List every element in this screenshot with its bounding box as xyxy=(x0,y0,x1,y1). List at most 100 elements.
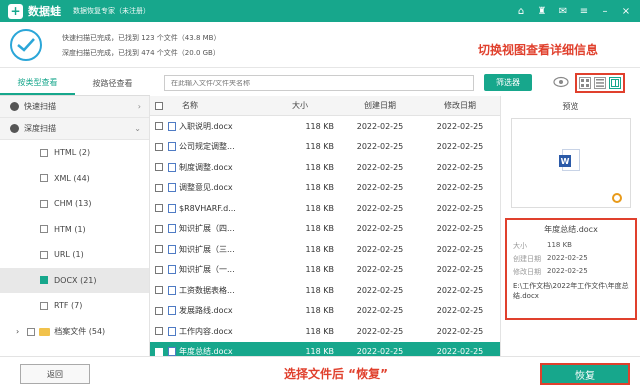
file-size: 118 KB xyxy=(305,347,334,356)
tab-by-type[interactable]: 按类型查看 xyxy=(0,72,75,95)
info-modified: 2022-02-25 xyxy=(547,267,588,275)
file-size: 118 KB xyxy=(305,203,334,213)
app-name: 数据蛙 xyxy=(28,5,61,18)
table-row[interactable]: 工资数据表格... 118 KB 2022-02-25 2022-02-25 xyxy=(150,280,500,301)
table-row[interactable]: 知识扩展（三... 118 KB 2022-02-25 2022-02-25 xyxy=(150,239,500,260)
info-modified-label: 修改日期 xyxy=(513,268,541,276)
sidebar-item-docx[interactable]: DOCX (21) xyxy=(0,267,149,293)
document-icon xyxy=(168,326,176,336)
file-modified: 2022-02-25 xyxy=(436,326,484,336)
file-created: 2022-02-25 xyxy=(356,162,404,172)
row-checkbox[interactable] xyxy=(155,286,163,295)
sidebar-item-url[interactable]: URL (1) xyxy=(0,242,149,268)
filter-button[interactable]: 筛选器 xyxy=(484,74,532,91)
detail-view-icon[interactable] xyxy=(609,77,622,89)
column-created[interactable]: 创建日期 xyxy=(340,100,420,111)
minimize-icon[interactable]: – xyxy=(597,3,613,19)
info-path: E:\工作文档\2022年工作文件\年度总结.docx xyxy=(513,282,629,300)
table-row[interactable]: 制度调整.docx 118 KB 2022-02-25 2022-02-25 xyxy=(150,157,500,178)
info-file-name: 年度总结.docx xyxy=(544,225,598,234)
file-name: 年度总结.docx xyxy=(179,347,233,356)
tab-by-path[interactable]: 按路径查看 xyxy=(75,72,150,95)
document-icon xyxy=(168,224,176,234)
row-checkbox[interactable] xyxy=(155,265,163,274)
checkbox[interactable] xyxy=(40,199,48,208)
file-modified: 2022-02-25 xyxy=(436,265,484,275)
mail-icon[interactable]: ✉ xyxy=(555,3,571,19)
row-checkbox[interactable] xyxy=(155,306,163,315)
row-checkbox[interactable] xyxy=(155,327,163,336)
sidebar-item-archive[interactable]: › 档案文件 (54) xyxy=(0,319,149,345)
close-icon[interactable]: × xyxy=(618,3,634,19)
search-input[interactable] xyxy=(171,79,473,87)
checkbox[interactable] xyxy=(40,174,48,183)
row-checkbox[interactable] xyxy=(155,183,163,192)
preview-title: 预览 xyxy=(562,101,579,111)
document-icon xyxy=(168,285,176,295)
column-name[interactable]: 名称 xyxy=(168,100,260,111)
sidebar-item-quick-scan[interactable]: 快速扫描 › xyxy=(0,96,149,118)
row-checkbox[interactable] xyxy=(155,142,163,151)
table-row[interactable]: 工作内容.docx 118 KB 2022-02-25 2022-02-25 xyxy=(150,321,500,342)
row-checkbox[interactable] xyxy=(155,347,163,356)
sidebar-item-xml[interactable]: XML (44) xyxy=(0,166,149,192)
home-icon[interactable]: ⌂ xyxy=(513,3,529,19)
sidebar-item-deep-scan[interactable]: 深度扫描 ⌄ xyxy=(0,118,149,140)
view-tabs: 按类型查看 按路径查看 xyxy=(0,72,150,96)
menu-icon[interactable]: ≡ xyxy=(576,3,592,19)
chevron-right-icon[interactable]: › xyxy=(16,327,19,336)
table-row[interactable]: 年度总结.docx 118 KB 2022-02-25 2022-02-25 xyxy=(150,341,500,356)
checkbox[interactable] xyxy=(40,225,48,234)
row-checkbox[interactable] xyxy=(155,245,163,254)
shirt-icon[interactable]: ♜ xyxy=(534,3,550,19)
checkbox[interactable] xyxy=(40,250,48,259)
quick-scan-status: 快速扫描已完成，已找到 123 个文件（43.8 MB） xyxy=(62,34,221,42)
file-modified: 2022-02-25 xyxy=(436,183,484,193)
row-checkbox[interactable] xyxy=(155,204,163,213)
grid-view-icon[interactable] xyxy=(578,77,591,89)
table-row[interactable]: 知识扩展（四... 118 KB 2022-02-25 2022-02-25 xyxy=(150,219,500,240)
document-icon xyxy=(168,265,176,275)
recover-button[interactable]: 恢复 xyxy=(540,363,630,385)
chevron-down-icon: ⌄ xyxy=(134,124,141,133)
app-logo: + xyxy=(8,3,23,19)
file-name: 入职说明.docx xyxy=(179,121,233,131)
file-size: 118 KB xyxy=(305,183,334,193)
file-name: 知识扩展（一... xyxy=(179,265,235,275)
table-row[interactable]: 发展路线.docx 118 KB 2022-02-25 2022-02-25 xyxy=(150,301,500,322)
file-created: 2022-02-25 xyxy=(356,203,404,213)
document-icon xyxy=(168,183,176,193)
word-document-icon: W xyxy=(559,149,580,171)
column-modified[interactable]: 修改日期 xyxy=(420,100,500,111)
row-checkbox[interactable] xyxy=(155,163,163,172)
checkbox[interactable] xyxy=(40,148,48,157)
folder-icon xyxy=(39,327,51,336)
file-created: 2022-02-25 xyxy=(356,265,404,275)
table-row[interactable]: 入职说明.docx 118 KB 2022-02-25 2022-02-25 xyxy=(150,116,500,137)
select-all-checkbox[interactable] xyxy=(155,101,163,110)
sidebar-item-chm[interactable]: CHM (13) xyxy=(0,191,149,217)
checkbox[interactable] xyxy=(40,301,48,310)
zoom-icon[interactable] xyxy=(612,193,622,203)
view-switcher xyxy=(575,73,625,93)
document-icon xyxy=(168,244,176,254)
row-checkbox[interactable] xyxy=(155,122,163,131)
file-modified: 2022-02-25 xyxy=(436,285,484,295)
checkbox[interactable] xyxy=(40,276,48,285)
sidebar-item-html[interactable]: HTML (2) xyxy=(0,140,149,166)
table-row[interactable]: 调整意见.docx 118 KB 2022-02-25 2022-02-25 xyxy=(150,178,500,199)
preview-image: W xyxy=(511,118,631,208)
column-size[interactable]: 大小 xyxy=(260,100,340,111)
list-view-icon[interactable] xyxy=(593,77,606,89)
table-row[interactable]: $R8VHARF.d... 118 KB 2022-02-25 2022-02-25 xyxy=(150,198,500,219)
back-button[interactable]: 返回 xyxy=(20,364,90,384)
document-icon xyxy=(168,121,176,131)
row-checkbox[interactable] xyxy=(155,224,163,233)
table-row[interactable]: 知识扩展（一... 118 KB 2022-02-25 2022-02-25 xyxy=(150,260,500,281)
eye-icon[interactable] xyxy=(553,75,569,89)
table-row[interactable]: 公司规定调整... 118 KB 2022-02-25 2022-02-25 xyxy=(150,137,500,158)
checkbox[interactable] xyxy=(27,327,36,336)
sidebar-item-rtf[interactable]: RTF (7) xyxy=(0,293,149,319)
file-name: 知识扩展（三... xyxy=(179,244,235,254)
sidebar-item-htm[interactable]: HTM (1) xyxy=(0,217,149,243)
